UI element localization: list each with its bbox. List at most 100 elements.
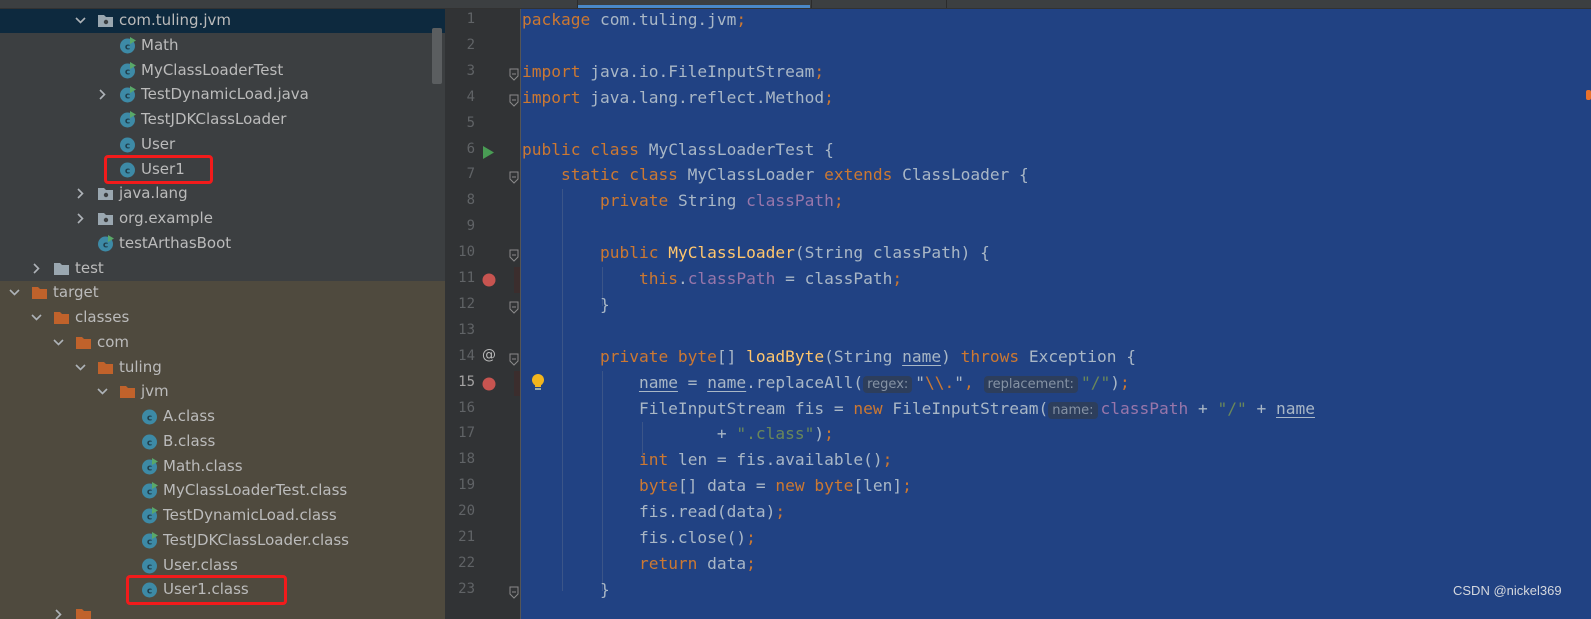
tree-item-classes[interactable]: classes	[0, 305, 445, 330]
fold-marker-icon[interactable]	[509, 299, 519, 318]
code-line[interactable]: import java.io.FileInputStream;	[522, 62, 824, 81]
tree-item-b-class[interactable]: c B.class	[0, 429, 445, 454]
line-number[interactable]: 1	[445, 11, 475, 27]
tree-item-testarthasboot[interactable]: c testArthasBoot	[0, 231, 445, 256]
tree-item-tuling[interactable]: tuling	[0, 355, 445, 380]
tree-item-org-example[interactable]: org.example	[0, 206, 445, 231]
tree-item-test[interactable]: test	[0, 256, 445, 281]
chevron-down-icon[interactable]	[96, 379, 110, 403]
tree-item-myclassloadertest[interactable]: c MyClassLoaderTest	[0, 58, 445, 83]
line-number[interactable]: 10	[445, 244, 475, 260]
tree-item-testjdkclassloader-class[interactable]: c TestJDKClassLoader.class	[0, 528, 445, 553]
tree-item[interactable]	[0, 602, 445, 619]
breakpoint-icon[interactable]	[482, 376, 496, 395]
code-line[interactable]: int len = fis.available();	[522, 450, 892, 469]
code-line[interactable]: this.classPath = classPath;	[522, 269, 902, 288]
line-number[interactable]: 8	[445, 192, 475, 208]
code-line[interactable]: byte[] data = new byte[len];	[522, 476, 912, 495]
line-number[interactable]: 9	[445, 218, 475, 234]
error-stripe-marker[interactable]	[1586, 90, 1591, 100]
code-line[interactable]: fis.read(data);	[522, 502, 785, 521]
tree-item-target[interactable]: target	[0, 280, 445, 305]
svg-text:c: c	[147, 414, 152, 424]
line-number[interactable]: 15	[445, 374, 475, 390]
run-icon[interactable]	[482, 144, 494, 163]
line-number[interactable]: 22	[445, 555, 475, 571]
line-number[interactable]: 20	[445, 503, 475, 519]
line-number[interactable]: 18	[445, 451, 475, 467]
line-number[interactable]: 23	[445, 581, 475, 597]
line-number[interactable]: 11	[445, 270, 475, 286]
line-number[interactable]: 16	[445, 400, 475, 416]
lightbulb-icon[interactable]	[531, 373, 545, 397]
code-token: [] data =	[677, 476, 776, 496]
code-token: "/"	[1080, 372, 1111, 392]
tree-item-user-class[interactable]: c User.class	[0, 553, 445, 578]
fold-marker-icon[interactable]	[509, 584, 519, 603]
tree-item-user1[interactable]: c User1	[0, 157, 445, 182]
sidebar-scrollbar[interactable]	[432, 28, 442, 84]
chevron-down-icon[interactable]	[8, 280, 22, 304]
fold-marker-icon[interactable]	[509, 351, 519, 370]
chevron-down-icon[interactable]	[30, 305, 44, 329]
code-line[interactable]: + ".class");	[522, 424, 834, 443]
code-line[interactable]: return data;	[522, 554, 756, 573]
line-number[interactable]: 17	[445, 425, 475, 441]
code-line[interactable]: FileInputStream fis = new FileInputStrea…	[522, 399, 1315, 419]
tree-item-myclassloadertest-class[interactable]: c MyClassLoaderTest.class	[0, 478, 445, 503]
override-at-icon[interactable]: @	[482, 347, 496, 363]
line-number[interactable]: 4	[445, 89, 475, 105]
fold-marker-icon[interactable]	[509, 169, 519, 188]
code-token: private	[599, 191, 669, 211]
tree-item-user[interactable]: c User	[0, 132, 445, 157]
chevron-down-icon[interactable]	[74, 355, 88, 379]
line-number[interactable]: 2	[445, 37, 475, 53]
chevron-down-icon[interactable]	[52, 330, 66, 354]
chevron-right-icon[interactable]	[30, 256, 44, 280]
chevron-down-icon[interactable]	[74, 9, 88, 32]
tab-active-indicator[interactable]	[578, 5, 810, 8]
fold-marker-icon[interactable]	[509, 92, 519, 111]
tree-item-label: TestDynamicLoad.class	[163, 506, 337, 524]
line-number[interactable]: 14	[445, 348, 475, 364]
chevron-right-icon[interactable]	[96, 82, 110, 106]
line-number[interactable]: 12	[445, 296, 475, 312]
code-line[interactable]: }	[522, 580, 610, 599]
breakpoint-icon[interactable]	[482, 272, 496, 291]
code-line[interactable]: fis.close();	[522, 528, 756, 547]
tree-item-testdynamicload-class[interactable]: c TestDynamicLoad.class	[0, 503, 445, 528]
code-line[interactable]: name = name.replaceAll(regex: "\\.", repl…	[522, 372, 1130, 393]
code-line[interactable]: public MyClassLoader(String classPath) {	[522, 243, 990, 262]
tree-item-testjdkclassloader[interactable]: c TestJDKClassLoader	[0, 107, 445, 132]
fold-marker-icon[interactable]	[509, 247, 519, 266]
code-line[interactable]: private String classPath;	[522, 191, 844, 210]
chevron-right-icon[interactable]	[74, 206, 88, 230]
line-number[interactable]: 3	[445, 63, 475, 79]
line-number[interactable]: 13	[445, 322, 475, 338]
fold-marker-icon[interactable]	[509, 66, 519, 85]
code-line[interactable]: package com.tuling.jvm;	[522, 10, 746, 29]
code-token: this	[638, 269, 678, 288]
tree-item-jvm[interactable]: jvm	[0, 379, 445, 404]
line-number[interactable]: 21	[445, 529, 475, 545]
tree-item-testdynamicload-java[interactable]: c TestDynamicLoad.java	[0, 82, 445, 107]
tree-item-java-lang[interactable]: java.lang	[0, 181, 445, 206]
tree-item-com-tuling-jvm[interactable]: com.tuling.jvm	[0, 9, 445, 33]
line-number[interactable]: 6	[445, 141, 475, 157]
code-line[interactable]: static class MyClassLoader extends Class…	[522, 165, 1029, 184]
code-line[interactable]: import java.lang.reflect.Method;	[522, 88, 834, 107]
chevron-right-icon[interactable]	[74, 181, 88, 205]
tree-item-com[interactable]: com	[0, 330, 445, 355]
code-token: ;	[736, 10, 747, 29]
tree-item-math-class[interactable]: c Math.class	[0, 454, 445, 479]
tree-item-a-class[interactable]: c A.class	[0, 404, 445, 429]
code-line[interactable]: public class MyClassLoaderTest {	[522, 140, 834, 159]
line-number[interactable]: 7	[445, 166, 475, 182]
chevron-right-icon[interactable]	[52, 602, 66, 619]
code-line[interactable]: }	[522, 295, 610, 314]
line-number[interactable]: 5	[445, 115, 475, 131]
code-token: .replaceAll(	[746, 372, 864, 392]
code-line[interactable]: private byte[] loadByte(String name) thr…	[522, 347, 1136, 366]
line-number[interactable]: 19	[445, 477, 475, 493]
tree-item-math[interactable]: c Math	[0, 33, 445, 58]
